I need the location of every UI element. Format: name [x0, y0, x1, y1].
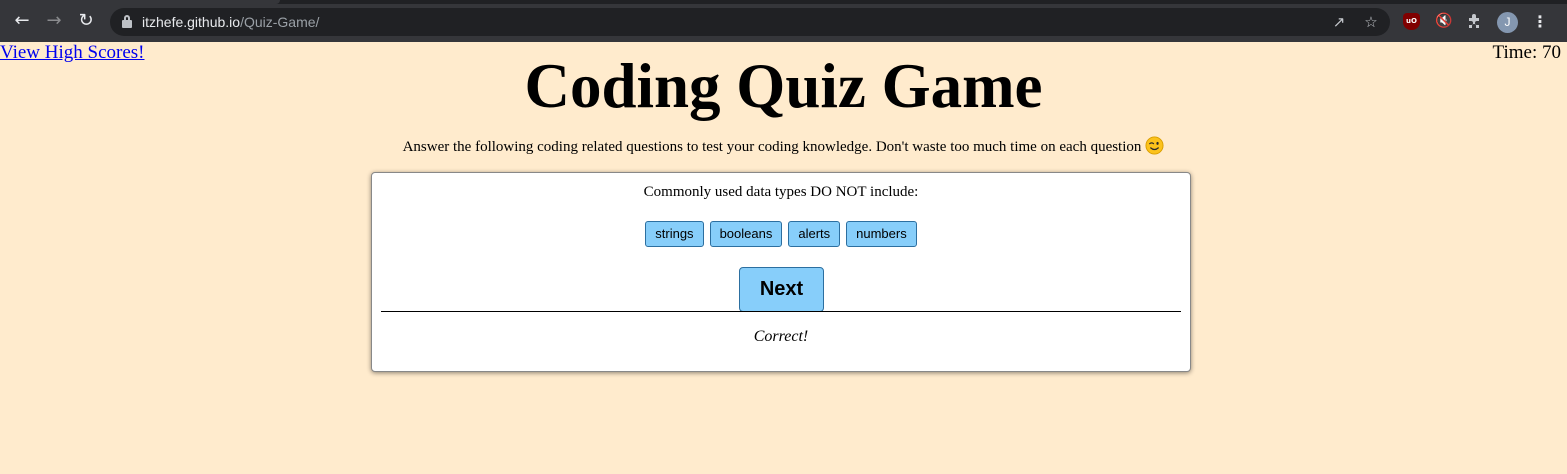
intro-text: Answer the following coding related ques…	[0, 136, 1567, 158]
puzzle-icon-glyph	[1469, 14, 1479, 28]
answer-button-booleans[interactable]: booleans	[709, 221, 783, 247]
forward-arrow-icon[interactable]: →	[43, 10, 65, 32]
star-icon[interactable]: ☆	[1362, 13, 1380, 31]
browser-toolbar: ← → ↻ itzhefe.github.io/Quiz-Game/ ↗ ☆ u…	[0, 0, 1567, 42]
wink-emoji-icon	[1145, 136, 1164, 155]
answer-list: strings booleans alerts numbers	[372, 221, 1190, 247]
reload-icon[interactable]: ↻	[75, 10, 97, 32]
lock-icon[interactable]	[122, 15, 132, 28]
tab-strip	[0, 0, 1567, 4]
answer-button-strings[interactable]: strings	[645, 221, 704, 247]
url-text[interactable]: itzhefe.github.io/Quiz-Game/	[142, 14, 319, 30]
answer-button-alerts[interactable]: alerts	[788, 221, 841, 247]
question-text: Commonly used data types DO NOT include:	[643, 184, 919, 200]
quiz-card: Commonly used data types DO NOT include:…	[371, 172, 1191, 372]
intro-label: Answer the following coding related ques…	[402, 139, 1142, 155]
puzzle-icon[interactable]	[1466, 12, 1484, 30]
avatar[interactable]: J	[1497, 12, 1518, 33]
address-bar[interactable]: itzhefe.github.io/Quiz-Game/ ↗ ☆	[110, 8, 1390, 36]
active-tab-edge	[0, 0, 280, 4]
ublock-icon[interactable]: uO	[1403, 13, 1420, 30]
answer-button-numbers[interactable]: numbers	[846, 221, 917, 247]
url-path: /Quiz-Game/	[240, 14, 320, 30]
back-arrow-icon[interactable]: ←	[11, 10, 33, 32]
kebab-menu-icon[interactable]: ⋮	[1531, 11, 1549, 33]
answer-feedback: Correct!	[753, 328, 809, 345]
url-host: itzhefe.github.io	[142, 14, 241, 30]
next-button[interactable]: Next	[739, 267, 824, 312]
mute-icon[interactable]: 🔇	[1435, 12, 1453, 30]
divider	[381, 311, 1181, 312]
share-icon[interactable]: ↗	[1330, 13, 1348, 31]
page-title: Coding Quiz Game	[524, 51, 1043, 121]
